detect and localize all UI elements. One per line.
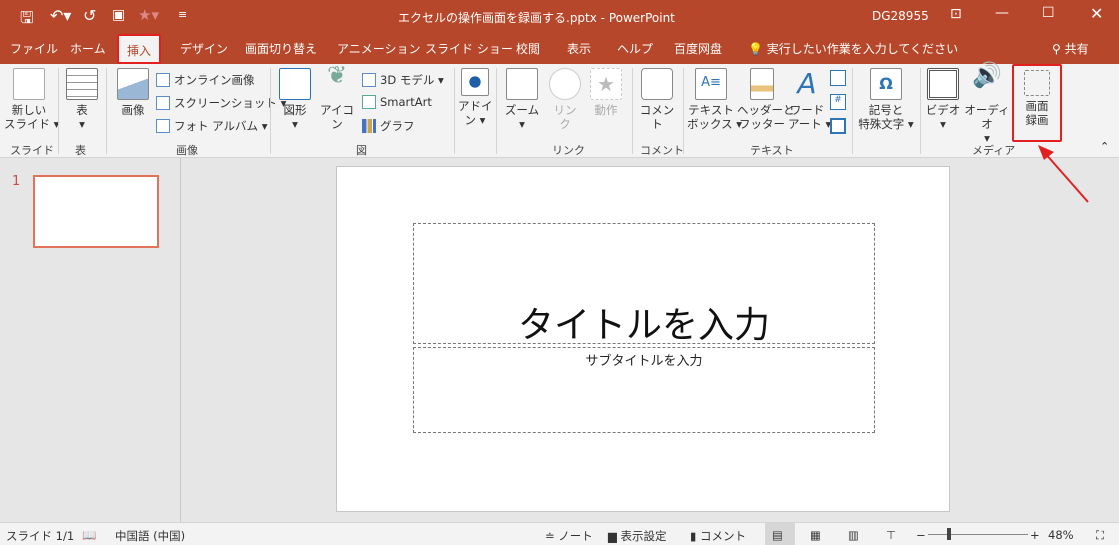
fit-slide-icon[interactable]: ⛶ <box>1096 528 1104 543</box>
audio-button[interactable]: 🔊 オーディオ ▾ <box>962 61 1012 145</box>
ribbon-tabs: ファイル ホーム 挿入 デザイン 画面切り替え アニメーション スライド ショー… <box>0 32 1119 64</box>
title-bar: 🖫 ↶▾ ↺ ▣ ★▾ ≡ エクセルの操作画面を録画する.pptx - Powe… <box>0 0 1119 32</box>
zoom-button[interactable]: ズーム ▾ <box>502 68 542 131</box>
group-label-images: 画像 <box>176 144 198 157</box>
ribbon: 新しい スライド ▾ 表 ▾ 画像 オンライン画像 スクリーンショット ▾ フォト… <box>0 61 1119 158</box>
tab-review[interactable]: 校閲 <box>516 40 540 57</box>
tab-home[interactable]: ホーム <box>70 40 106 57</box>
language-indicator[interactable]: 中国語 (中国) <box>115 528 185 544</box>
header-footer-button[interactable]: ヘッダーと フッター <box>737 68 795 131</box>
tab-slideshow[interactable]: スライド ショー <box>425 40 513 57</box>
wordart-button[interactable]: A ワード アート ▾ <box>788 67 831 132</box>
wordart-icon: A <box>797 67 817 100</box>
zoom-slider-thumb[interactable] <box>947 528 952 540</box>
ribbon-display-icon[interactable]: ⊡ <box>950 6 962 22</box>
textbox-button[interactable]: A≡ テキスト ボックス ▾ <box>687 68 742 131</box>
zoom-level[interactable]: 48% <box>1048 528 1074 542</box>
present-icon[interactable]: ▣ <box>112 7 125 23</box>
object-icon[interactable] <box>830 118 846 134</box>
tab-animations[interactable]: アニメーション <box>337 40 421 57</box>
comment-button[interactable]: コメント <box>637 68 677 131</box>
slide-number: 1 <box>12 174 21 189</box>
title-placeholder[interactable]: タイトルを入力 <box>413 223 875 346</box>
group-label-comments: コメント <box>640 144 684 157</box>
slide-sorter-icon[interactable]: ▦ <box>810 528 821 542</box>
action-button: ★ 動作 <box>588 68 624 117</box>
slide-canvas[interactable]: タイトルを入力 サブタイトルを入力 <box>336 166 950 512</box>
slide-thumbnail[interactable] <box>33 175 159 248</box>
slideshow-icon[interactable]: ⊤ <box>886 528 896 542</box>
user-name[interactable]: DG28955 <box>872 9 929 23</box>
zoom-in-button[interactable]: + <box>1030 528 1040 542</box>
screenshot-button[interactable]: スクリーンショット ▾ <box>156 95 286 111</box>
zoom-out-button[interactable]: − <box>916 528 926 542</box>
new-slide-button[interactable]: 新しい スライド ▾ <box>4 68 59 131</box>
smartart-button[interactable]: SmartArt <box>362 95 432 109</box>
slide-number-icon[interactable]: # <box>830 94 846 110</box>
tab-help[interactable]: ヘルプ <box>617 40 653 57</box>
annotation-arrow <box>1038 145 1089 203</box>
comments-button[interactable]: ▮ コメント <box>690 528 746 544</box>
shapes-button[interactable]: 図形 ▾ <box>276 68 314 131</box>
normal-view-icon: ▤ <box>772 528 783 542</box>
addins-button[interactable]: アドイ ン ▾ <box>458 68 493 127</box>
subtitle-placeholder[interactable]: サブタイトルを入力 <box>413 347 875 433</box>
screen-recording-button[interactable]: 画面 録画 <box>1012 64 1062 142</box>
symbols-button[interactable]: Ω 記号と 特殊文字 ▾ <box>856 68 916 131</box>
tab-insert[interactable]: 挿入 <box>117 34 162 64</box>
reading-view-icon[interactable]: ▥ <box>848 528 859 542</box>
tab-design[interactable]: デザイン <box>180 40 228 57</box>
status-bar: スライド 1/1 📖 中国語 (中国) ≐ ノート ▆ 表示設定 ▮ コメント … <box>0 522 1119 545</box>
notes-button[interactable]: ≐ ノート <box>545 528 593 544</box>
group-label-media: メディア <box>972 144 1016 157</box>
collapse-ribbon-icon[interactable]: ⌃ <box>1100 140 1109 153</box>
3d-model-button[interactable]: 3D モデル ▾ <box>362 72 444 88</box>
zoom-slider[interactable] <box>928 534 1028 535</box>
tab-baidu[interactable]: 百度网盘 <box>674 40 722 57</box>
online-picture-button[interactable]: オンライン画像 <box>156 72 255 88</box>
slide-thumbnail-pane: 1 <box>0 158 181 522</box>
group-label-text: テキスト <box>750 144 794 157</box>
close-button[interactable]: ✕ <box>1090 4 1103 23</box>
group-label-illustrations: 図 <box>356 144 367 157</box>
tell-me-search[interactable]: 💡 実行したい作業を入力してください <box>748 40 958 57</box>
tab-transitions[interactable]: 画面切り替え <box>245 40 317 57</box>
spell-check-icon[interactable]: 📖 <box>82 528 96 542</box>
share-button[interactable]: ⚲ 共有 <box>1052 40 1089 57</box>
minimize-button[interactable]: — <box>995 5 1009 21</box>
undo-icon[interactable]: ↶▾ <box>50 6 71 25</box>
chart-button[interactable]: グラフ <box>362 118 415 134</box>
speaker-icon: 🔊 <box>972 61 1002 89</box>
window-title: エクセルの操作画面を録画する.pptx - PowerPoint <box>398 11 675 25</box>
redo-icon[interactable]: ↺ <box>83 6 96 25</box>
slide-counter: スライド 1/1 <box>6 529 75 543</box>
date-time-icon[interactable] <box>830 70 846 86</box>
maximize-button[interactable]: ☐ <box>1042 5 1055 21</box>
link-button: リン ク <box>548 68 582 131</box>
display-settings-button[interactable]: ▆ 表示設定 <box>608 528 667 544</box>
group-label-tables: 表 <box>75 144 86 157</box>
icons-button[interactable]: ❦ アイコン <box>317 61 357 131</box>
tab-view[interactable]: 表示 <box>567 40 591 57</box>
table-button[interactable]: 表 ▾ <box>64 68 100 131</box>
person-icon: ⚲ <box>1052 42 1061 56</box>
save-icon[interactable]: 🖫 <box>20 7 34 34</box>
group-label-slides: スライド <box>10 144 54 157</box>
customize-icon[interactable]: ≡ <box>178 8 187 21</box>
video-button[interactable]: ビデオ ▾ <box>924 68 962 131</box>
leaf-icon: ❦ <box>326 61 348 89</box>
picture-button[interactable]: 画像 <box>113 68 153 117</box>
star-icon[interactable]: ★▾ <box>138 6 159 24</box>
group-label-links: リンク <box>552 144 585 157</box>
tab-file[interactable]: ファイル <box>10 40 58 57</box>
lightbulb-icon: 💡 <box>748 42 763 56</box>
photo-album-button[interactable]: フォト アルバム ▾ <box>156 118 267 134</box>
